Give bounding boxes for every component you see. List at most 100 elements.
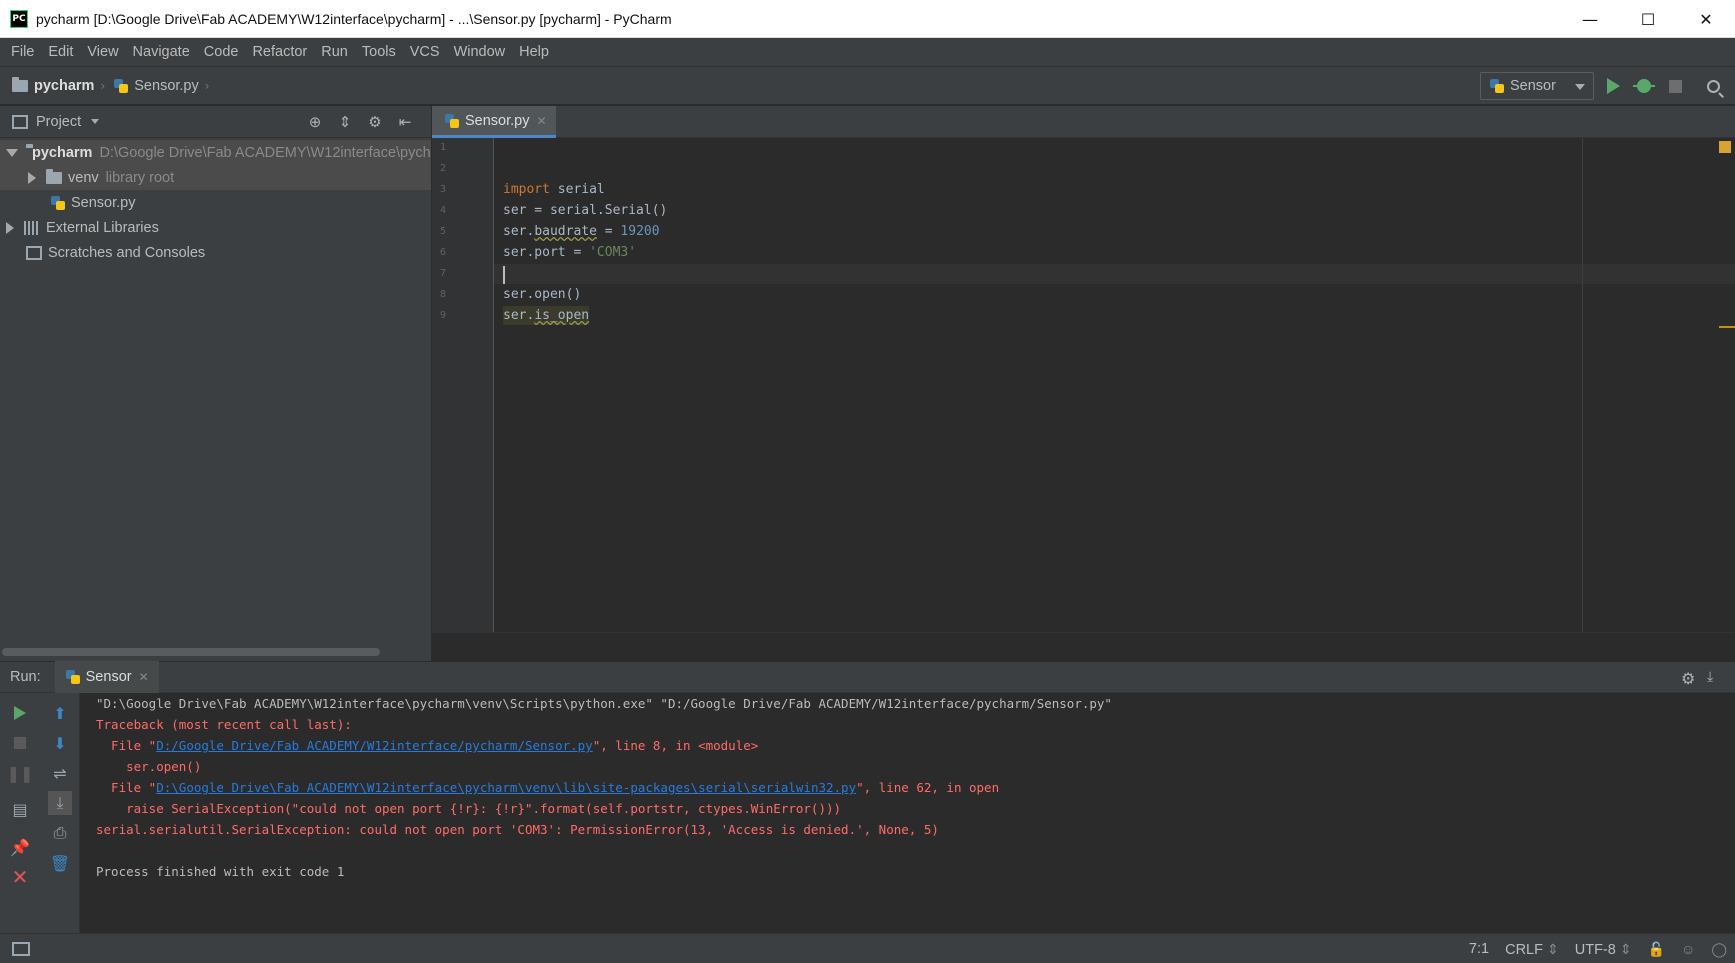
menu-edit[interactable]: Edit (41, 44, 80, 60)
python-file-icon (113, 78, 129, 94)
code-line-4: ser = serial.Serial() (503, 203, 668, 218)
run-button[interactable] (1603, 76, 1623, 96)
gear-icon[interactable]: ⚙ (1681, 669, 1699, 688)
line-number: 8 (440, 289, 447, 300)
hide-panel-icon[interactable]: ⇤ (396, 113, 414, 131)
close-tab-icon[interactable]: ✕ (537, 114, 547, 128)
close-window-button[interactable]: ✕ (1677, 0, 1735, 38)
collapse-all-icon[interactable]: ⇕ (336, 113, 354, 131)
run-configuration-select[interactable]: Sensor (1480, 72, 1594, 100)
arrow-up-icon: ⬆ (53, 703, 67, 723)
caret-position[interactable]: 7:1 (1469, 941, 1489, 957)
window-title: pycharm [D:\Google Drive\Fab ACADEMY\W12… (36, 10, 672, 27)
pause-button[interactable]: ❚❚ (7, 761, 34, 785)
line-number: 2 (440, 163, 447, 174)
code-line-3: import serial (503, 180, 605, 199)
scroll-to-end-button[interactable]: ⤓ (48, 791, 72, 815)
rerun-button[interactable] (8, 701, 32, 725)
inspector-icon[interactable]: ☺ (1681, 941, 1695, 957)
horizontal-scrollbar[interactable] (2, 648, 380, 656)
breadcrumb-project[interactable]: pycharm (12, 76, 95, 94)
code-text: ser. (503, 224, 535, 239)
menu-help[interactable]: Help (512, 44, 556, 60)
tree-item-label: Scratches and Consoles (48, 244, 206, 261)
project-panel-title: Project (36, 113, 82, 130)
menu-tools[interactable]: Tools (355, 44, 403, 60)
pycharm-logo-icon: PC (10, 9, 28, 28)
print-button[interactable]: ⎙ (48, 821, 72, 845)
project-panel-header[interactable]: Project ⊕ ⇕ ⚙ ⇤ (0, 106, 431, 138)
console-file-link[interactable]: D:\Google Drive\Fab ACADEMY\W12interface… (156, 780, 856, 795)
run-console-output[interactable]: "D:\Google Drive\Fab ACADEMY\W12interfac… (80, 693, 1735, 933)
python-file-icon (444, 113, 460, 129)
tool-windows-toggle-icon[interactable] (12, 941, 30, 956)
status-bar-widgets: 7:1 CRLF ⇕ UTF-8 ⇕ 🔓 ☺ ◯ (1469, 934, 1727, 963)
pin-tab-button[interactable]: 📌 (8, 835, 32, 859)
search-icon (1706, 79, 1720, 93)
play-icon (1606, 78, 1620, 94)
tree-item-path: D:\Google Drive\Fab ACADEMY\W12interface… (99, 144, 431, 161)
menu-navigate[interactable]: Navigate (126, 44, 197, 60)
close-run-button[interactable]: ✕ (8, 865, 32, 889)
event-log-icon[interactable]: ◯ (1711, 941, 1727, 958)
collapse-arrow-icon[interactable] (6, 221, 14, 234)
menu-refactor[interactable]: Refactor (245, 44, 314, 60)
close-tab-icon[interactable]: ✕ (139, 670, 149, 684)
console-traceback-frame-2: File "D:\Google Drive\Fab ACADEMY\W12int… (96, 777, 999, 798)
locate-target-icon[interactable]: ⊕ (306, 113, 324, 131)
chevron-down-icon (91, 119, 100, 124)
run-tab-sensor[interactable]: Sensor ✕ (54, 661, 159, 693)
window-controls: — ☐ ✕ (1561, 0, 1735, 38)
clear-all-button[interactable]: 🗑 (48, 851, 72, 875)
tree-item-venv[interactable]: venv library root (0, 165, 431, 190)
search-everywhere-button[interactable] (1703, 76, 1723, 96)
console-command-line: "D:\Google Drive\Fab ACADEMY\W12interfac… (96, 696, 1112, 711)
tab-sensor-py[interactable]: Sensor.py ✕ (432, 106, 556, 138)
scroll-up-button[interactable]: ⬆ (48, 701, 72, 725)
console-exception-line: serial.serialutil.SerialException: could… (96, 822, 939, 837)
menu-code[interactable]: Code (197, 44, 246, 60)
tree-item-sensor-py[interactable]: Sensor.py (0, 190, 431, 215)
code-editor[interactable]: 1 2 3 4 5 6 7 8 9 import serial ser = se… (432, 138, 1735, 632)
code-number: 19200 (620, 224, 660, 239)
maximize-button[interactable]: ☐ (1619, 0, 1677, 38)
tree-item-scratches[interactable]: Scratches and Consoles (0, 240, 431, 265)
line-separator-selector[interactable]: CRLF ⇕ (1505, 941, 1559, 958)
menu-file[interactable]: File (4, 44, 41, 60)
line-number: 1 (440, 142, 447, 153)
restore-layout-button[interactable]: ▤ (8, 797, 32, 821)
debug-button[interactable] (1633, 76, 1655, 96)
run-configuration-label: Sensor (1510, 78, 1556, 94)
breadcrumb-project-label: pycharm (34, 77, 95, 94)
scroll-down-button[interactable]: ⬇ (48, 731, 72, 755)
menu-window[interactable]: Window (447, 44, 513, 60)
collapse-arrow-icon[interactable] (28, 171, 36, 184)
menu-vcs[interactable]: VCS (403, 44, 447, 60)
stop-button[interactable] (1665, 76, 1685, 96)
breadcrumb-file[interactable]: Sensor.py (113, 78, 199, 94)
libraries-icon (24, 220, 40, 235)
menu-run[interactable]: Run (314, 44, 355, 60)
status-bar: 7:1 CRLF ⇕ UTF-8 ⇕ 🔓 ☺ ◯ (0, 933, 1735, 963)
soft-wrap-button[interactable]: ⇌ (48, 761, 72, 785)
gear-icon[interactable]: ⚙ (366, 113, 384, 131)
console-exit-line: Process finished with exit code 1 (96, 864, 345, 879)
run-tool-window-header: Run: Sensor ✕ ⚙ ⤓ (0, 661, 1735, 693)
line-number: 7 (440, 268, 447, 279)
minimize-button[interactable]: — (1561, 0, 1619, 38)
console-file-link[interactable]: D:/Google Drive/Fab ACADEMY/W12interface… (156, 738, 593, 753)
tree-item-external-libraries[interactable]: External Libraries (0, 215, 431, 240)
warning-indicator-icon[interactable] (1719, 141, 1731, 153)
minimize-panel-icon[interactable]: ⤓ (1707, 669, 1725, 687)
warning-stripe-mark[interactable] (1719, 326, 1735, 328)
expand-arrow-icon[interactable] (6, 148, 18, 157)
tree-item-pycharm[interactable]: pycharm D:\Google Drive\Fab ACADEMY\W12i… (0, 140, 431, 165)
text-caret (503, 266, 505, 284)
encoding-selector[interactable]: UTF-8 ⇕ (1575, 941, 1632, 958)
lock-icon[interactable]: 🔓 (1648, 941, 1665, 958)
stop-run-button[interactable] (8, 731, 32, 755)
menu-view[interactable]: View (80, 44, 125, 60)
folder-icon (12, 76, 28, 92)
editor-tab-bar: Sensor.py ✕ (432, 106, 1735, 138)
run-label: Run: (10, 669, 41, 685)
